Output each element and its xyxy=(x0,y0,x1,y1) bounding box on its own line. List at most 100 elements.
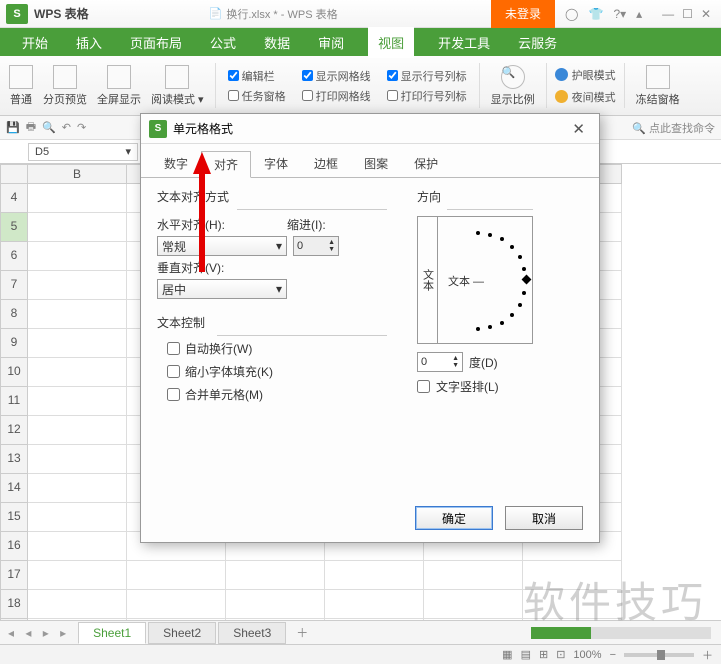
eye-mode-toggle[interactable]: 护眼模式 xyxy=(555,67,616,83)
cell-G17[interactable] xyxy=(523,561,622,590)
row-head-5[interactable]: 5 xyxy=(0,213,28,242)
dialog-tab-图案[interactable]: 图案 xyxy=(351,150,401,177)
menu-公式[interactable]: 公式 xyxy=(206,27,240,58)
cell-F18[interactable] xyxy=(424,590,523,619)
find-command[interactable]: 🔍 点此查找命令 xyxy=(632,120,715,136)
view-page-icon[interactable]: ▤ xyxy=(521,648,531,661)
ribbon-分页预览[interactable]: 分页预览 xyxy=(40,65,90,107)
menu-开始[interactable]: 开始 xyxy=(18,27,52,58)
qat-redo-icon[interactable]: ↷ xyxy=(77,121,86,134)
menu-插入[interactable]: 插入 xyxy=(72,27,106,58)
ribbon-check-打印网格线[interactable]: 打印网格线 xyxy=(302,88,371,104)
cell-D17[interactable] xyxy=(226,561,325,590)
zoom-out-icon[interactable]: − xyxy=(610,649,616,661)
cell-B4[interactable] xyxy=(28,184,127,213)
cell-B15[interactable] xyxy=(28,503,127,532)
cell-B16[interactable] xyxy=(28,532,127,561)
indent-spinner[interactable]: 0▲▼ xyxy=(293,236,339,256)
row-head-6[interactable]: 6 xyxy=(0,242,28,271)
row-head-15[interactable]: 15 xyxy=(0,503,28,532)
dialog-close-button[interactable]: ✕ xyxy=(566,118,591,140)
cloud-icon[interactable]: ◯ xyxy=(565,7,578,21)
ctrl-check-自动换行(W)[interactable]: 自动换行(W) xyxy=(167,340,387,357)
cell-B18[interactable] xyxy=(28,590,127,619)
row-head-11[interactable]: 11 xyxy=(0,387,28,416)
dialog-tab-保护[interactable]: 保护 xyxy=(401,150,451,177)
cell-C17[interactable] xyxy=(127,561,226,590)
row-head-12[interactable]: 12 xyxy=(0,416,28,445)
menu-数据[interactable]: 数据 xyxy=(260,27,294,58)
cell-B14[interactable] xyxy=(28,474,127,503)
cell-B10[interactable] xyxy=(28,358,127,387)
cell-D18[interactable] xyxy=(226,590,325,619)
ok-button[interactable]: 确定 xyxy=(415,506,493,530)
row-head-17[interactable]: 17 xyxy=(0,561,28,590)
valign-combo[interactable]: 居中▾ xyxy=(157,279,287,299)
ctrl-check-缩小字体填充(K)[interactable]: 缩小字体填充(K) xyxy=(167,363,387,380)
cell-B13[interactable] xyxy=(28,445,127,474)
cell-B8[interactable] xyxy=(28,300,127,329)
sheet-tab-Sheet2[interactable]: Sheet2 xyxy=(148,622,216,644)
view-grid-icon[interactable]: ⊞ xyxy=(539,648,548,661)
dialog-tab-数字[interactable]: 数字 xyxy=(151,150,201,177)
collapse-icon[interactable]: ▴ xyxy=(636,7,642,21)
row-head-8[interactable]: 8 xyxy=(0,300,28,329)
cell-B5[interactable] xyxy=(28,213,127,242)
cell-B12[interactable] xyxy=(28,416,127,445)
ribbon-check-显示网格线[interactable]: 显示网格线 xyxy=(302,68,371,84)
cell-F17[interactable] xyxy=(424,561,523,590)
shirt-icon[interactable]: 👕 xyxy=(588,7,603,21)
vertical-text-checkbox[interactable]: 文字竖排(L) xyxy=(417,378,533,395)
select-all-corner[interactable] xyxy=(0,164,28,184)
row-head-13[interactable]: 13 xyxy=(0,445,28,474)
qat-save-icon[interactable]: 💾 xyxy=(6,121,20,134)
close-icon[interactable]: ✕ xyxy=(701,7,711,21)
qat-preview-icon[interactable]: 🔍 xyxy=(42,121,56,134)
row-head-4[interactable]: 4 xyxy=(0,184,28,213)
maximize-icon[interactable]: ☐ xyxy=(682,7,693,21)
horizontal-scrollbar[interactable] xyxy=(531,627,711,639)
sheet-tab-Sheet1[interactable]: Sheet1 xyxy=(78,622,146,644)
menu-云服务[interactable]: 云服务 xyxy=(514,27,561,58)
view-normal-icon[interactable]: ▦ xyxy=(502,648,512,661)
zoom-button[interactable]: 🔍显示比例 xyxy=(488,65,538,107)
menu-页面布局[interactable]: 页面布局 xyxy=(126,27,186,58)
dialog-tab-边框[interactable]: 边框 xyxy=(301,150,351,177)
row-head-10[interactable]: 10 xyxy=(0,358,28,387)
freeze-button[interactable]: 冻结窗格 xyxy=(633,65,683,107)
row-head-7[interactable]: 7 xyxy=(0,271,28,300)
degree-spinner[interactable]: 0▲▼ xyxy=(417,352,463,372)
cell-G18[interactable] xyxy=(523,590,622,619)
sheet-nav[interactable]: ◂ ◂ ▸ ▸ xyxy=(8,626,70,640)
cell-B9[interactable] xyxy=(28,329,127,358)
dialog-tab-字体[interactable]: 字体 xyxy=(251,150,301,177)
sheet-tab-Sheet3[interactable]: Sheet3 xyxy=(218,622,286,644)
chevron-down-icon[interactable]: ▾ xyxy=(125,145,131,158)
qat-print-icon[interactable]: 🖶 xyxy=(26,118,36,137)
zoom-in-icon[interactable]: ＋ xyxy=(702,647,713,663)
view-read-icon[interactable]: ⊡ xyxy=(556,648,565,661)
cell-B11[interactable] xyxy=(28,387,127,416)
login-button[interactable]: 未登录 xyxy=(491,0,555,28)
qat-undo-icon[interactable]: ↶ xyxy=(62,121,71,134)
add-sheet-button[interactable]: ＋ xyxy=(288,621,316,644)
ribbon-全屏显示[interactable]: 全屏显示 xyxy=(94,65,144,107)
row-head-16[interactable]: 16 xyxy=(0,532,28,561)
cell-B7[interactable] xyxy=(28,271,127,300)
ctrl-check-合并单元格(M)[interactable]: 合并单元格(M) xyxy=(167,386,387,403)
halign-combo[interactable]: 常规▾ xyxy=(157,236,287,256)
menu-开发工具[interactable]: 开发工具 xyxy=(434,27,494,58)
cancel-button[interactable]: 取消 xyxy=(505,506,583,530)
ribbon-阅读模式 ▾[interactable]: 阅读模式 ▾ xyxy=(148,65,207,107)
ribbon-check-编辑栏[interactable]: 编辑栏 xyxy=(228,68,286,84)
row-head-9[interactable]: 9 xyxy=(0,329,28,358)
minimize-icon[interactable]: — xyxy=(662,7,674,21)
row-head-18[interactable]: 18 xyxy=(0,590,28,619)
menu-视图[interactable]: 视图 xyxy=(368,27,414,58)
cell-E17[interactable] xyxy=(325,561,424,590)
cell-E18[interactable] xyxy=(325,590,424,619)
name-box[interactable]: D5▾ xyxy=(28,143,138,161)
cell-C18[interactable] xyxy=(127,590,226,619)
ribbon-check-任务窗格[interactable]: 任务窗格 xyxy=(228,88,286,104)
help-icon[interactable]: ?▾ xyxy=(613,7,626,21)
